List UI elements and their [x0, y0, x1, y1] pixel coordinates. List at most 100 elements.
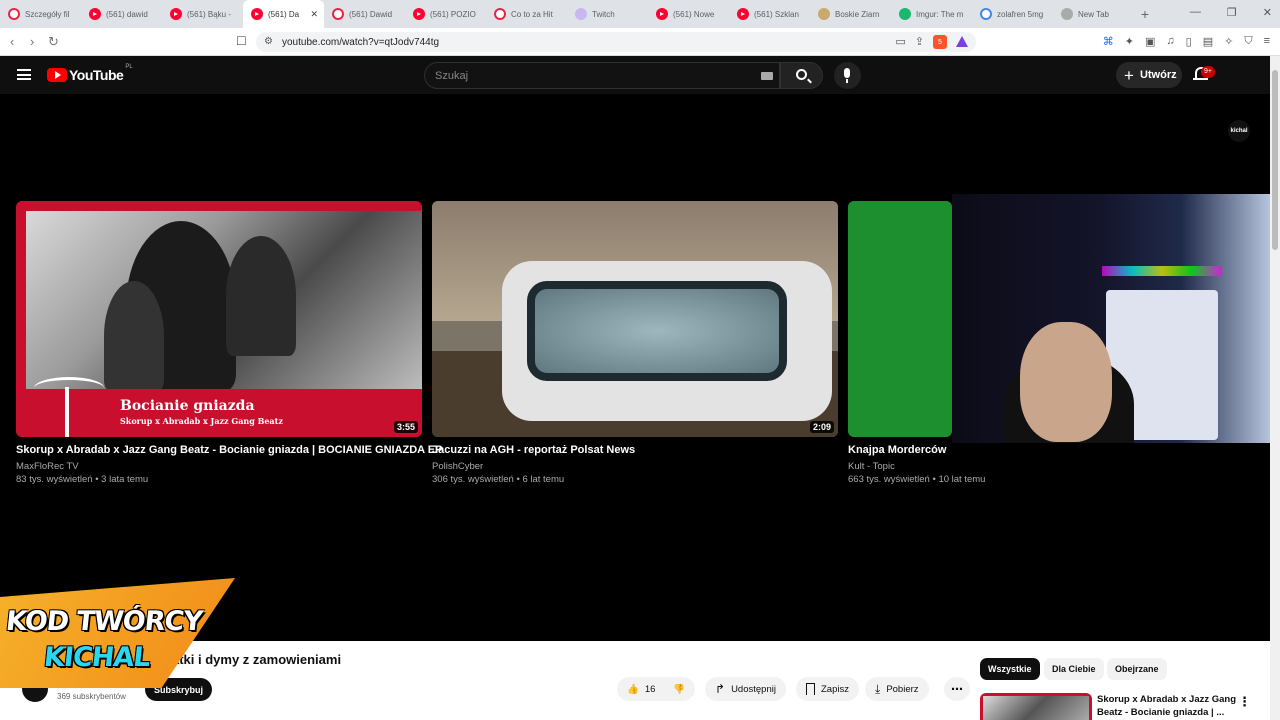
tab[interactable]: (561) Dawid — [324, 0, 405, 28]
google-favicon-icon — [980, 8, 992, 20]
twitch-favicon-icon — [575, 8, 587, 20]
download-button[interactable]: ⤓ Pobierz — [865, 677, 929, 701]
tab[interactable]: zolafren 5mg — [972, 0, 1053, 28]
scrollbar-thumb[interactable] — [1272, 70, 1278, 250]
sidebar-icon[interactable]: ▯ — [1186, 35, 1192, 48]
tab-favicon-icon — [818, 8, 830, 20]
keyboard-icon[interactable] — [761, 72, 773, 80]
chip-watched[interactable]: Obejrzane — [1107, 658, 1167, 680]
tab-favicon-icon — [494, 8, 506, 20]
extension-icon[interactable]: ✦ — [1125, 35, 1134, 48]
youtube-favicon-icon — [413, 8, 425, 20]
music-icon[interactable]: ♫ — [1166, 35, 1174, 48]
youtube-favicon-icon — [737, 8, 749, 20]
channel-name[interactable]: PolishCyber — [432, 461, 483, 472]
video-meta: 83 tys. wyświetleń • 3 lata temu — [16, 474, 149, 485]
tab[interactable]: Boskie Ziarn — [810, 0, 891, 28]
address-bar: ‹ › ↻ ☐ ⚙ youtube.com/watch?v=qtJodv744t… — [0, 28, 1280, 56]
more-actions-icon[interactable]: ⋯ — [944, 677, 970, 701]
thumbs-up-icon: 👍 — [627, 683, 639, 695]
ai-icon[interactable]: ✧ — [1224, 35, 1233, 48]
stork-nest-graphic — [34, 377, 104, 399]
youtube-logo[interactable]: YouTube PL — [47, 64, 133, 83]
video-thumbnail[interactable]: 2:09 — [432, 201, 838, 437]
related-more-icon[interactable]: ⋮ — [1238, 694, 1251, 710]
cast-icon[interactable]: ▭ — [895, 35, 905, 49]
window-controls: — ❐ ✕ — [1190, 6, 1272, 19]
site-info-icon[interactable]: ⚙ — [264, 36, 273, 47]
close-tab-icon[interactable]: ✕ — [310, 9, 318, 20]
page-scrollbar[interactable] — [1270, 56, 1280, 720]
tab[interactable]: (561) POZIO — [405, 0, 486, 28]
subscriber-count: 369 subskrybentów — [57, 692, 126, 701]
bookmark-icon[interactable]: ☐ — [236, 34, 247, 48]
tab-favicon-icon — [332, 8, 344, 20]
video-title[interactable]: Jacuzzi na AGH - reportaż Polsat News — [432, 444, 635, 456]
menu-icon[interactable]: ≡ — [1264, 35, 1270, 48]
omnibox-actions: ▭ ⇪ 5 — [895, 35, 968, 49]
save-button[interactable]: Zapisz — [796, 677, 859, 701]
like-button[interactable]: 👍 16 👎 — [617, 677, 696, 701]
chip-for-you[interactable]: Dla Ciebie — [1044, 658, 1104, 680]
channel-name[interactable]: MaxFloRec TV — [16, 461, 79, 472]
forward-icon[interactable]: › — [30, 34, 34, 49]
bookmark-save-icon — [806, 683, 815, 695]
vpn-icon[interactable]: ⛉ — [1244, 35, 1252, 48]
url-field[interactable]: ⚙ youtube.com/watch?v=qtJodv744tg ▭ ⇪ 5 — [256, 32, 976, 52]
tab[interactable]: (561) dawid — [81, 0, 162, 28]
related-video-title[interactable]: Skorup x Abradab x Jazz Gang Beatz - Boc… — [1097, 693, 1237, 719]
tab[interactable]: (561) Nowe — [648, 0, 729, 28]
screenshot-icon[interactable]: ▣ — [1145, 35, 1155, 48]
tab-favicon-icon — [8, 8, 20, 20]
hamburger-menu-icon[interactable] — [17, 69, 31, 80]
reload-icon[interactable]: ↻ — [48, 34, 59, 50]
video-duration: 3:55 — [393, 421, 418, 433]
video-thumbnail[interactable]: Bocianie gniazda Skorup x Abradab x Jazz… — [16, 201, 422, 437]
imgur-favicon-icon — [899, 8, 911, 20]
share-button[interactable]: ↱ Udostępnij — [705, 677, 786, 701]
tab[interactable]: Twitch — [567, 0, 648, 28]
minimize-icon[interactable]: — — [1190, 6, 1201, 19]
video-duration: 2:09 — [809, 421, 834, 433]
tab[interactable]: Imgur: The m — [891, 0, 972, 28]
plus-icon: + — [1124, 65, 1134, 85]
browser-tab-strip: Szczegóły fil (561) dawid (561) Bąku - (… — [0, 0, 1280, 28]
tab[interactable]: Szczegóły fil — [0, 0, 81, 28]
youtube-favicon-icon — [251, 8, 263, 20]
brave-rewards-icon[interactable] — [956, 36, 968, 47]
voice-search-icon[interactable] — [834, 62, 861, 89]
account-avatar[interactable]: kichal — [1228, 120, 1250, 142]
download-icon: ⤓ — [875, 681, 881, 696]
youtube-header: YouTube PL Szukaj + Utwórz kichal — [0, 56, 1270, 142]
back-icon[interactable]: ‹ — [10, 34, 14, 49]
thumbnail-photo — [26, 211, 422, 391]
channel-name[interactable]: Kult - Topic — [848, 461, 895, 472]
notifications-badge: 9+ — [1201, 66, 1215, 78]
related-video-thumbnail[interactable] — [980, 693, 1092, 720]
wallet-icon[interactable]: ▤ — [1203, 35, 1213, 48]
share-page-icon[interactable]: ⇪ — [915, 35, 924, 49]
restore-icon[interactable]: ❐ — [1227, 6, 1237, 19]
tab[interactable]: (561) Szklan — [729, 0, 810, 28]
brave-shields-icon[interactable]: 5 — [933, 35, 947, 49]
search-icon — [796, 69, 807, 80]
tab[interactable]: (561) Bąku - — [162, 0, 243, 28]
youtube-favicon-icon — [656, 8, 668, 20]
search-input[interactable]: Szukaj — [424, 62, 780, 89]
chip-all[interactable]: Wszystkie — [980, 658, 1040, 680]
thumbs-down-icon[interactable]: 👎 — [673, 684, 685, 695]
new-tab-button[interactable]: + — [1134, 6, 1156, 22]
creator-code-banner: KOD TWÓRCY KICHAL — [0, 578, 240, 688]
translate-icon[interactable]: ⌘ — [1103, 35, 1114, 48]
tab[interactable]: New Tab — [1053, 0, 1134, 28]
tab[interactable]: Co to za Hit — [486, 0, 567, 28]
search-button[interactable] — [780, 62, 823, 89]
close-window-icon[interactable]: ✕ — [1263, 6, 1272, 19]
video-thumbnail[interactable] — [848, 201, 952, 437]
extension-toolbar: ⌘ ✦ ▣ ♫ ▯ ▤ ✧ ⛉ ≡ — [1103, 35, 1270, 48]
create-button[interactable]: + Utwórz — [1116, 62, 1182, 88]
share-icon: ↱ — [715, 682, 726, 696]
tab-active[interactable]: (561) Da ✕ — [243, 0, 324, 28]
video-title[interactable]: Skorup x Abradab x Jazz Gang Beatz - Boc… — [16, 444, 442, 456]
video-title[interactable]: Knajpa Morderców — [848, 444, 946, 456]
